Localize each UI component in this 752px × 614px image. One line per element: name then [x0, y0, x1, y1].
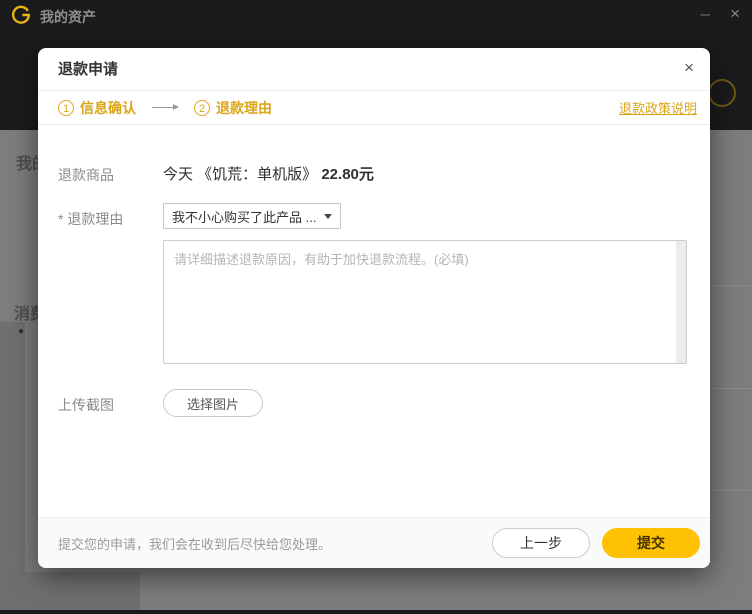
minimize-window-icon[interactable]: – — [701, 4, 710, 24]
reason-detail-textarea[interactable] — [163, 240, 687, 364]
app-footer-background — [0, 610, 752, 614]
product-value: 今天 《饥荒：单机版》 22.80元 — [163, 163, 374, 184]
step-2-number: 2 — [194, 99, 210, 116]
reason-detail-field-wrap — [163, 240, 687, 364]
dialog-title: 退款申请 — [58, 61, 119, 78]
step-indicator: 1 信息确认 2 退款理由 退款政策说明 — [38, 91, 710, 125]
submit-button[interactable]: 提交 — [602, 528, 700, 558]
step-1-label: 信息确认 — [80, 99, 136, 116]
textarea-scrollbar[interactable] — [676, 241, 686, 363]
reason-select[interactable]: 我不小心购买了此产品 ... — [163, 203, 341, 229]
background-ring-decoration — [708, 79, 736, 107]
previous-step-button[interactable]: 上一步 — [492, 528, 590, 558]
dimmed-row-divider — [712, 490, 752, 491]
app-title: 我的资产 — [40, 9, 96, 25]
app-logo-icon — [10, 4, 32, 26]
dimmed-sidebar-strip — [0, 322, 25, 610]
step-1-number: 1 — [58, 99, 74, 116]
titlebar: 我的资产 – × — [0, 0, 752, 30]
dimmed-row-divider — [712, 388, 752, 389]
chevron-down-icon — [324, 213, 332, 219]
step-arrow-icon — [152, 104, 179, 110]
product-name: 今天 《饥荒：单机版》 — [163, 166, 318, 183]
refund-policy-link[interactable]: 退款政策说明 — [619, 98, 697, 117]
product-label: 退款商品 — [58, 167, 114, 183]
step-2-refund-reason: 2 退款理由 — [194, 98, 272, 118]
reason-selected-value: 我不小心购买了此产品 ... — [172, 209, 317, 225]
product-price: 22.80元 — [321, 166, 374, 183]
dimmed-bullet-icon: ● — [18, 326, 25, 337]
dimmed-row-divider — [712, 285, 752, 286]
close-window-icon[interactable]: × — [730, 4, 740, 24]
step-1-info-confirm: 1 信息确认 — [58, 98, 136, 118]
upload-label: 上传截图 — [58, 397, 114, 413]
dialog-footer: 提交您的申请，我们会在收到后尽快给您处理。 上一步 提交 — [38, 517, 710, 568]
close-dialog-icon[interactable]: × — [684, 59, 694, 76]
step-2-label: 退款理由 — [216, 99, 272, 116]
dimmed-bottom-panel — [0, 572, 140, 610]
app-window: 我的资产 – × 我的 消费 ● 退款申请 × 1 信息确认 2 退款理由 退款… — [0, 0, 752, 614]
reason-label: * 退款理由 — [58, 211, 124, 227]
refund-dialog: 退款申请 × 1 信息确认 2 退款理由 退款政策说明 退款商品 今天 《饥荒：… — [38, 48, 710, 568]
choose-image-button[interactable]: 选择图片 — [163, 389, 263, 417]
footer-note: 提交您的申请，我们会在收到后尽快给您处理。 — [58, 536, 332, 552]
dialog-header: 退款申请 × — [38, 48, 710, 91]
